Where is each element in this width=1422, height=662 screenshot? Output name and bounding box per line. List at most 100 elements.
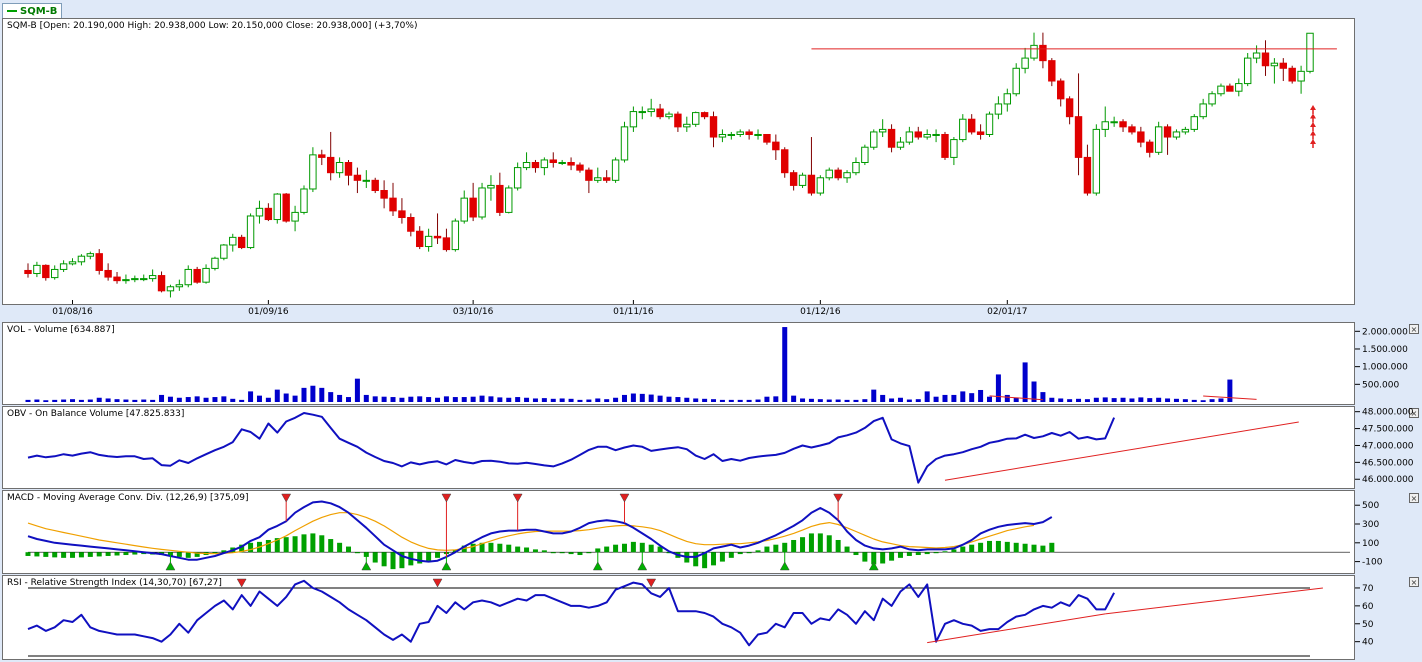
macd-histogram-bar	[488, 542, 494, 553]
macd-histogram-bar	[78, 552, 84, 558]
candle-body	[1057, 80, 1065, 100]
macd-histogram-bar	[933, 552, 939, 554]
candle-body	[647, 108, 655, 113]
candle-body	[273, 193, 281, 221]
volume-bar	[702, 398, 708, 402]
candle-body	[834, 169, 842, 179]
volume-bar	[1129, 398, 1135, 402]
volume-bar	[613, 397, 619, 402]
macd-sell-signal-icon	[833, 493, 844, 503]
macd-histogram-bar	[693, 552, 699, 567]
macd-histogram-bar	[337, 542, 343, 553]
candle-body	[246, 215, 255, 249]
candle-body	[1092, 128, 1101, 194]
macd-histogram-bar	[301, 534, 307, 553]
volume-bar	[906, 399, 912, 402]
volume-bar	[844, 399, 850, 402]
obv-y-tick-label: 48.000.000	[1362, 408, 1414, 418]
candle-body	[1252, 52, 1261, 59]
obv-trendline	[944, 421, 1299, 481]
candle-body	[255, 207, 264, 217]
candle-body	[852, 162, 860, 174]
volume-bar	[987, 396, 992, 402]
macd-histogram-bar	[105, 552, 111, 556]
macd-histogram-bar	[532, 549, 538, 553]
macd-buy-signal-icon	[868, 561, 879, 571]
macd-histogram-bar	[817, 533, 823, 553]
macd-buy-signal-icon	[165, 561, 176, 571]
volume-bar	[1004, 394, 1010, 402]
candle-body	[665, 113, 673, 118]
candle-body	[941, 133, 949, 158]
macd-y-tick-label: 100	[1362, 539, 1379, 549]
candle-body	[193, 268, 201, 283]
candle-body	[264, 207, 273, 221]
macd-histogram-bar	[826, 535, 832, 553]
candle-body	[51, 268, 59, 279]
candle-body	[816, 177, 825, 194]
volume-bar	[265, 397, 271, 402]
candle-body	[1288, 67, 1296, 82]
macd-histogram-bar	[381, 552, 387, 567]
volume-bar	[924, 391, 930, 402]
volume-bar	[1173, 398, 1179, 402]
volume-bar	[292, 395, 298, 402]
macd-histogram-bar	[808, 533, 814, 553]
macd-histogram-bar	[292, 536, 298, 553]
candle-body	[959, 118, 967, 141]
volume-bar	[773, 396, 779, 402]
candle-body	[202, 267, 210, 283]
candle-body	[77, 255, 86, 263]
macd-histogram-bar	[541, 550, 547, 553]
rsi-trendline	[927, 613, 1106, 644]
volume-y-tick-label: 500.000	[1362, 380, 1399, 390]
volume-bar	[826, 399, 832, 402]
volume-bar	[853, 399, 859, 402]
volume-bar	[390, 397, 396, 402]
candle-body	[976, 131, 985, 135]
volume-bar	[541, 398, 547, 402]
volume-bar	[346, 397, 351, 402]
candle-body	[531, 162, 540, 169]
macd-histogram-bar	[889, 552, 895, 561]
volume-bar	[1022, 362, 1028, 402]
candle-body	[1163, 126, 1172, 138]
volume-bar	[675, 397, 681, 402]
candle-body	[1297, 70, 1305, 82]
macd-histogram-bar	[915, 552, 921, 556]
volume-bar	[132, 399, 138, 402]
candle-body	[157, 275, 166, 292]
rsi-sell-signal-icon	[646, 578, 657, 588]
candle-body	[576, 164, 584, 171]
macd-y-tick-label: 300	[1362, 520, 1379, 530]
candle-body	[1306, 32, 1314, 72]
volume-bar	[1200, 400, 1206, 402]
obv-y-tick-label: 47.000.000	[1362, 441, 1414, 451]
price-x-tick-label: 03/10/16	[453, 307, 494, 317]
candle-body	[736, 131, 744, 135]
volume-bar	[256, 395, 262, 402]
candle-body	[442, 237, 451, 251]
candle-body	[1083, 156, 1092, 194]
candle-body	[1110, 121, 1118, 124]
candle-body	[291, 211, 299, 222]
macd-histogram-bar	[764, 546, 770, 553]
volume-bar	[755, 399, 761, 402]
candle-body	[896, 141, 905, 148]
volume-bar	[167, 396, 173, 402]
volume-bar	[159, 394, 165, 402]
candle-body	[433, 235, 442, 239]
volume-bar	[1111, 398, 1117, 402]
macd-histogram-bar	[43, 552, 49, 557]
rsi-y-tick-label: 50	[1362, 620, 1374, 630]
volume-y-tick-label: 1.000.000	[1362, 363, 1408, 373]
macd-histogram-bar	[746, 552, 752, 554]
obv-y-tick-label: 47.500.000	[1362, 425, 1414, 435]
volume-bar	[337, 394, 343, 402]
macd-buy-signal-icon	[441, 561, 452, 571]
candle-body	[878, 128, 887, 133]
macd-histogram-bar	[800, 537, 806, 553]
volume-bar	[915, 399, 921, 402]
candle-body	[1154, 126, 1163, 153]
candle-body	[335, 162, 344, 174]
